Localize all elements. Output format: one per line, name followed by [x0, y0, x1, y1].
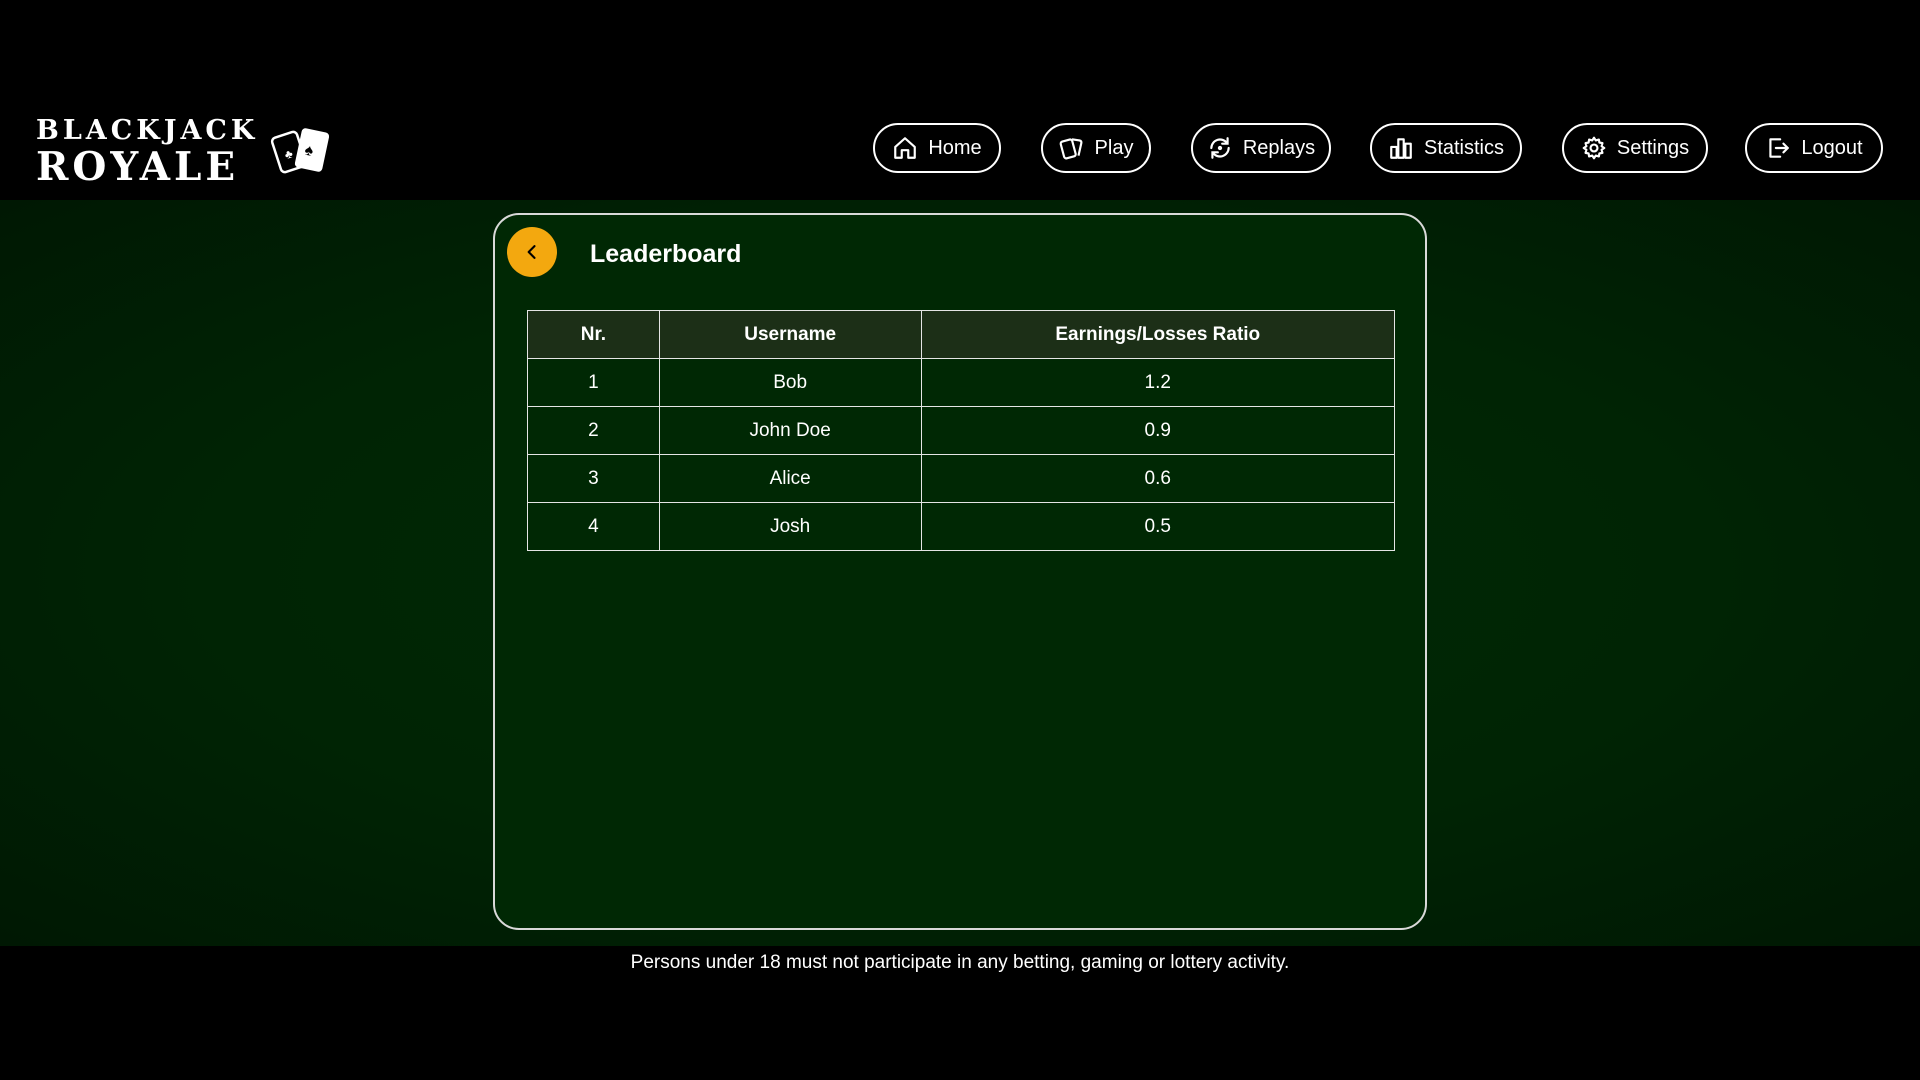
footer: Persons under 18 must not participate in…: [0, 946, 1920, 1080]
back-button[interactable]: [507, 227, 557, 277]
nav-statistics-button[interactable]: Statistics: [1370, 123, 1522, 173]
nav-settings-button[interactable]: Settings: [1562, 123, 1708, 173]
logo-line2: ROYALE: [36, 144, 240, 190]
logo-text: BLACKJACK ROYALE: [36, 117, 258, 187]
username-cell: Josh: [658, 502, 922, 551]
nav-logout-button[interactable]: Logout: [1745, 123, 1883, 173]
username-cell: John Doe: [658, 406, 922, 455]
main-area: Leaderboard Nr. Username Earnings/Losses…: [0, 200, 1920, 946]
column-header-ratio[interactable]: Earnings/Losses Ratio: [920, 310, 1396, 359]
leaderboard-panel: Leaderboard Nr. Username Earnings/Losses…: [493, 213, 1427, 930]
top-header: BLACKJACK ROYALE ♣ ♠ Home Play Replays S…: [0, 0, 1920, 200]
nav-replays-label: Replays: [1242, 136, 1316, 159]
home-icon: [894, 137, 917, 159]
page-title: Leaderboard: [590, 240, 742, 268]
leaderboard-table: Nr. Username Earnings/Losses Ratio 1 Bob…: [527, 310, 1396, 551]
app-logo[interactable]: BLACKJACK ROYALE ♣ ♠: [36, 114, 334, 190]
table-row: 2 John Doe 0.9: [527, 406, 1396, 455]
gear-icon: [1582, 136, 1606, 160]
logo-line1: BLACKJACK: [36, 115, 259, 146]
nav-play-label: Play: [1094, 136, 1134, 159]
rank-cell: 1: [527, 358, 660, 407]
nav-play-button[interactable]: Play: [1041, 123, 1151, 173]
nav-home-label: Home: [928, 136, 982, 159]
column-header-nr[interactable]: Nr.: [527, 310, 660, 359]
logout-icon: [1769, 138, 1790, 158]
column-header-username[interactable]: Username: [658, 310, 922, 359]
playing-cards-icon: ♣ ♠: [271, 128, 330, 174]
table-row: 1 Bob 1.2: [527, 358, 1396, 407]
table-row: 4 Josh 0.5: [527, 502, 1396, 551]
table-row: 3 Alice 0.6: [527, 454, 1396, 503]
nav-replays-button[interactable]: Replays: [1191, 123, 1331, 173]
cards-icon: [1059, 138, 1083, 160]
ratio-cell: 0.5: [920, 502, 1396, 551]
nav-statistics-label: Statistics: [1423, 136, 1505, 159]
ratio-cell: 1.2: [920, 358, 1396, 407]
bar-chart-icon: [1390, 138, 1412, 159]
chevron-left-icon: [527, 245, 536, 259]
rank-cell: 4: [527, 502, 660, 551]
username-cell: Bob: [658, 358, 922, 407]
nav-home-button[interactable]: Home: [873, 123, 1001, 173]
ratio-cell: 0.9: [920, 406, 1396, 455]
nav-settings-label: Settings: [1616, 136, 1690, 159]
rank-cell: 3: [527, 454, 660, 503]
replay-icon: [1210, 137, 1230, 159]
nav-logout-label: Logout: [1801, 136, 1863, 159]
age-disclaimer: Persons under 18 must not participate in…: [630, 952, 1290, 973]
table-header-row: Nr. Username Earnings/Losses Ratio: [527, 310, 1396, 359]
rank-cell: 2: [527, 406, 660, 455]
ratio-cell: 0.6: [920, 454, 1396, 503]
username-cell: Alice: [658, 454, 922, 503]
